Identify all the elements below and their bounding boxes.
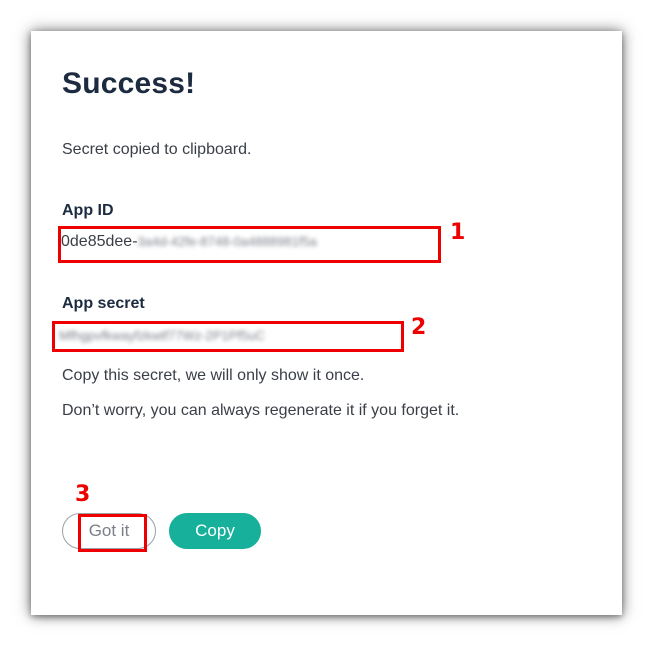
app-secret-label: App secret (62, 295, 145, 312)
copied-message: Secret copied to clipboard. (62, 141, 252, 158)
annotation-number-1: 1 (450, 220, 466, 245)
annotation-number-2: 2 (411, 315, 427, 340)
regenerate-note: Don’t worry, you can always regenerate i… (62, 402, 460, 419)
success-dialog: Success! Secret copied to clipboard. App… (31, 31, 622, 615)
show-once-note: Copy this secret, we will only show it o… (62, 367, 365, 384)
copy-button[interactable]: Copy (169, 513, 261, 549)
screenshot-canvas: Success! Secret copied to clipboard. App… (0, 0, 654, 645)
highlight-box-app-secret (52, 321, 404, 352)
app-id-label: App ID (62, 202, 114, 219)
annotation-number-3: 3 (75, 482, 91, 507)
highlight-box-app-id (58, 226, 441, 263)
dialog-title: Success! (62, 67, 196, 100)
highlight-box-got-it (78, 514, 147, 552)
